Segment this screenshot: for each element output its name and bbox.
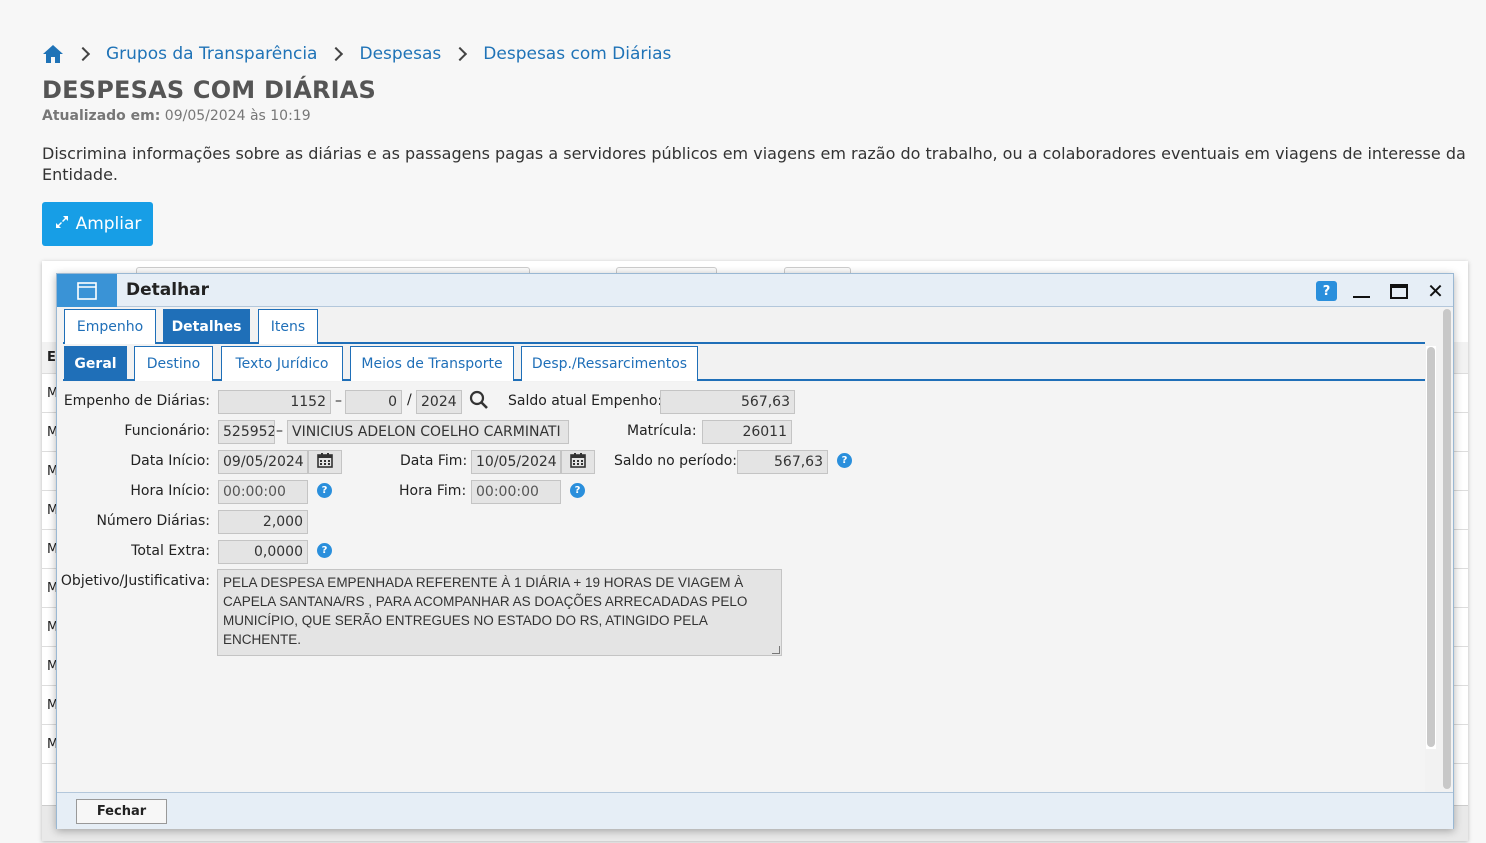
tab-destino[interactable]: Destino (134, 346, 213, 381)
hora-inicio-field[interactable]: 00:00:00 (218, 480, 308, 504)
grid-row-edge (1454, 491, 1468, 530)
breadcrumb-link-grupos[interactable]: Grupos da Transparência (106, 44, 317, 64)
numero-diarias-label: Número Diárias: (96, 513, 210, 529)
close-icon: ✕ (1427, 279, 1444, 303)
empenho-number-field[interactable]: 1152 (218, 390, 331, 414)
ampliar-button[interactable]: Ampliar (42, 202, 153, 246)
breadcrumb: Grupos da Transparência Despesas Despesa… (42, 42, 671, 66)
data-inicio-label: Data Início: (130, 453, 210, 469)
tab-empenho[interactable]: Empenho (64, 309, 156, 344)
window-icon (57, 274, 117, 307)
updated-info: Atualizado em: 09/05/2024 às 10:19 (42, 108, 311, 124)
search-button[interactable] (462, 390, 496, 414)
dialog-scrollbar[interactable] (1442, 309, 1452, 789)
minimize-button[interactable] (1351, 281, 1372, 301)
grid-row-edge (1454, 725, 1468, 764)
grid-row-edge (1454, 413, 1468, 452)
hora-fim-label: Hora Fim: (399, 483, 467, 499)
numero-diarias-field[interactable]: 2,000 (218, 510, 308, 534)
detalhar-dialog: Detalhar ? ✕ Empenho Detalhes Itens Gera… (56, 273, 1454, 829)
funcionario-code-field[interactable]: 525952 (218, 420, 275, 444)
data-inicio-field[interactable]: 09/05/2024 (218, 450, 308, 474)
help-icon[interactable]: ? (317, 543, 332, 558)
grid-row-edge (1454, 686, 1468, 725)
tab-itens[interactable]: Itens (258, 309, 318, 344)
search-icon (469, 390, 489, 414)
empenho-year-field[interactable]: 2024 (416, 390, 462, 414)
grid-row-edge (1454, 530, 1468, 569)
maximize-icon (1389, 283, 1408, 299)
help-icon[interactable]: ? (570, 483, 585, 498)
separator-slash: / (407, 392, 412, 408)
top-tab-bar: Empenho Detalhes Itens (63, 309, 1425, 344)
close-button[interactable]: ✕ (1425, 279, 1446, 303)
total-extra-field[interactable]: 0,0000 (218, 540, 308, 564)
home-icon[interactable] (42, 43, 64, 65)
separator-dash: – (276, 423, 283, 439)
sub-tab-bar: Geral Destino Texto Jurídico Meios de Tr… (63, 346, 1425, 381)
dialog-title: Detalhar (126, 280, 210, 300)
resize-grip-icon[interactable] (772, 646, 780, 654)
hora-fim-field[interactable]: 00:00:00 (471, 480, 561, 504)
tab-detalhes[interactable]: Detalhes (163, 309, 250, 344)
objetivo-label: Objetivo/Justificativa: (60, 573, 210, 589)
grid-row-edge (1454, 608, 1468, 647)
help-button[interactable]: ? (1316, 281, 1337, 301)
matricula-field[interactable]: 26011 (702, 420, 792, 444)
updated-label: Atualizado em: (42, 108, 161, 124)
form-scrollbar[interactable] (1426, 346, 1436, 749)
maximize-button[interactable] (1388, 281, 1409, 301)
chevron-right-icon (329, 46, 344, 62)
data-fim-label: Data Fim: (400, 453, 468, 469)
funcionario-name-field[interactable]: VINICIUS ADELON COELHO CARMINATI (287, 420, 569, 444)
data-fim-field[interactable]: 10/05/2024 (471, 450, 561, 474)
saldo-atual-label: Saldo atual Empenho: (508, 393, 663, 409)
tab-texto-juridico[interactable]: Texto Jurídico (221, 346, 343, 381)
empenho-label: Empenho de Diárias: (63, 393, 210, 409)
saldo-periodo-label: Saldo no período: (614, 453, 738, 469)
grid-row-edge (1454, 647, 1468, 686)
breadcrumb-link-diarias[interactable]: Despesas com Diárias (483, 44, 671, 64)
grid-row-edge (1454, 342, 1468, 374)
calendar-icon (570, 452, 586, 472)
chevron-right-icon (453, 46, 468, 62)
matricula-label: Matrícula: (627, 423, 697, 439)
hora-inicio-label: Hora Início: (130, 483, 210, 499)
tab-desp-ressarcimentos[interactable]: Desp./Ressarcimentos (521, 346, 698, 381)
help-icon[interactable]: ? (317, 483, 332, 498)
chevron-right-icon (75, 46, 91, 62)
total-extra-label: Total Extra: (131, 543, 210, 559)
ampliar-label: Ampliar (75, 214, 142, 234)
grid-row-edge (1454, 374, 1468, 413)
breadcrumb-link-despesas[interactable]: Despesas (359, 44, 441, 64)
saldo-periodo-field[interactable]: 567,63 (737, 450, 828, 474)
dialog-header[interactable]: Detalhar ? ✕ (57, 274, 1453, 307)
empenho-sub-field[interactable]: 0 (345, 390, 402, 414)
data-inicio-calendar-button[interactable] (308, 450, 342, 474)
calendar-icon (317, 452, 333, 472)
funcionario-label: Funcionário: (124, 423, 210, 439)
minimize-icon (1353, 296, 1370, 298)
separator-dash: – (335, 393, 342, 409)
data-fim-calendar-button[interactable] (561, 450, 595, 474)
tab-meios-transporte[interactable]: Meios de Transporte (350, 346, 514, 381)
objetivo-textarea[interactable]: PELA DESPESA EMPENHADA REFERENTE À 1 DIÁ… (217, 569, 782, 656)
updated-value: 09/05/2024 às 10:19 (164, 108, 311, 124)
objetivo-text: PELA DESPESA EMPENHADA REFERENTE À 1 DIÁ… (223, 575, 748, 647)
page-description: Discrimina informações sobre as diárias … (42, 144, 1466, 184)
expand-icon (54, 214, 70, 235)
page-title: DESPESAS COM DIÁRIAS (42, 76, 377, 104)
fechar-button[interactable]: Fechar (76, 799, 167, 824)
tab-geral[interactable]: Geral (64, 346, 127, 381)
grid-row-edge (1454, 569, 1468, 608)
grid-row-edge (1454, 452, 1468, 491)
dialog-footer: Fechar (57, 792, 1453, 829)
help-icon[interactable]: ? (837, 453, 852, 468)
saldo-atual-field[interactable]: 567,63 (660, 390, 795, 414)
